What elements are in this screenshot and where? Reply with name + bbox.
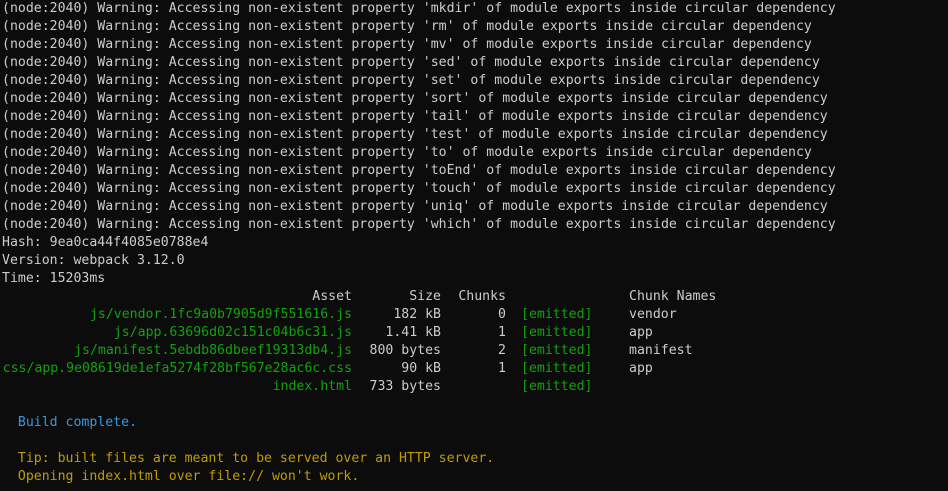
assets-table: Asset Size Chunks Chunk Names js/vendor.…: [0, 288, 717, 396]
warning-list: (node:2040) Warning: Accessing non-exist…: [0, 0, 948, 234]
warning-line: (node:2040) Warning: Accessing non-exist…: [2, 163, 836, 178]
asset-status: [emitted]: [521, 361, 593, 376]
asset-size: 90 kB: [401, 361, 441, 376]
tip-message-line2: Opening index.html over file:// won't wo…: [2, 469, 360, 484]
warning-line: (node:2040) Warning: Accessing non-exist…: [2, 199, 828, 214]
table-row: css/app.9e08619de1efa5274f28bf567e28ac6c…: [0, 360, 716, 378]
asset-status: [emitted]: [521, 343, 593, 358]
asset-name: js/app.63696d02c151c04b6c31.js: [113, 325, 352, 340]
asset-chunk-names: app: [629, 361, 653, 376]
warning-line: (node:2040) Warning: Accessing non-exist…: [2, 145, 812, 160]
asset-size: 733 bytes: [369, 379, 441, 394]
asset-name: js/manifest.5ebdb86dbeef19313db4.js: [74, 343, 352, 358]
build-info: Hash: 9ea0ca44f4085e0788e4 Version: webp…: [0, 234, 948, 288]
asset-chunk-names: vendor: [629, 307, 677, 322]
asset-size: 182 kB: [393, 307, 441, 322]
warning-line: (node:2040) Warning: Accessing non-exist…: [2, 19, 812, 34]
warning-line: (node:2040) Warning: Accessing non-exist…: [2, 1, 836, 16]
asset-chunks: 1: [498, 361, 506, 376]
header-asset: Asset: [312, 289, 352, 304]
asset-size: 800 bytes: [369, 343, 441, 358]
build-hash: Hash: 9ea0ca44f4085e0788e4: [2, 235, 209, 250]
header-size: Size: [409, 289, 441, 304]
header-chunk-names: Chunk Names: [629, 289, 717, 304]
asset-name: index.html: [272, 379, 352, 394]
webpack-version: Version: webpack 3.12.0: [2, 253, 185, 268]
tip-message-line1: Tip: built files are meant to be served …: [2, 451, 495, 466]
warning-line: (node:2040) Warning: Accessing non-exist…: [2, 91, 828, 106]
asset-chunks: [441, 378, 506, 396]
asset-status: [emitted]: [521, 307, 593, 322]
warning-line: (node:2040) Warning: Accessing non-exist…: [2, 181, 836, 196]
warning-line: (node:2040) Warning: Accessing non-exist…: [2, 127, 828, 142]
build-time: Time: 15203ms: [2, 271, 106, 286]
asset-chunk-names: manifest: [629, 343, 693, 358]
asset-chunks: 1: [498, 325, 506, 340]
asset-size: 1.41 kB: [385, 325, 441, 340]
warning-line: (node:2040) Warning: Accessing non-exist…: [2, 55, 820, 70]
asset-name: js/vendor.1fc9a0b7905d9f551616.js: [89, 307, 352, 322]
table-row: js/manifest.5ebdb86dbeef19313db4.js 800 …: [0, 342, 716, 360]
table-row: index.html 733 bytes [emitted]: [0, 378, 716, 396]
asset-chunks: 2: [498, 343, 506, 358]
asset-status: [emitted]: [521, 325, 593, 340]
asset-chunk-names: app: [629, 325, 653, 340]
warning-line: (node:2040) Warning: Accessing non-exist…: [2, 73, 820, 88]
warning-line: (node:2040) Warning: Accessing non-exist…: [2, 37, 812, 52]
warning-line: (node:2040) Warning: Accessing non-exist…: [2, 109, 828, 124]
asset-chunk-names: [629, 378, 716, 396]
build-complete-message: Build complete.: [2, 415, 137, 430]
header-status: [506, 288, 629, 306]
terminal-window[interactable]: (node:2040) Warning: Accessing non-exist…: [0, 0, 948, 491]
assets-table-header: Asset Size Chunks Chunk Names: [0, 288, 716, 306]
asset-chunks: 0: [498, 307, 506, 322]
asset-status: [emitted]: [521, 379, 593, 394]
table-row: js/app.63696d02c151c04b6c31.js 1.41 kB 1…: [0, 324, 716, 342]
asset-name: css/app.9e08619de1efa5274f28bf567e28ac6c…: [2, 361, 352, 376]
header-chunks: Chunks: [458, 289, 506, 304]
warning-line: (node:2040) Warning: Accessing non-exist…: [2, 217, 836, 232]
table-row: js/vendor.1fc9a0b7905d9f551616.js 182 kB…: [0, 306, 716, 324]
